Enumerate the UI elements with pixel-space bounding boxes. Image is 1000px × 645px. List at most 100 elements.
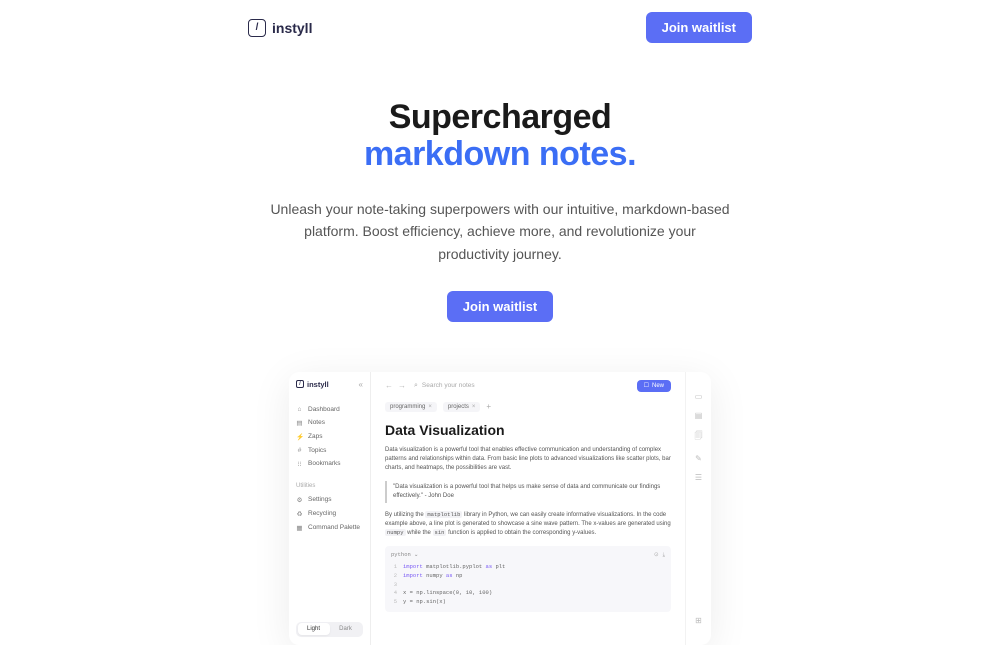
join-waitlist-button[interactable]: Join waitlist bbox=[646, 12, 752, 43]
search-input[interactable]: ⌕ Search your notes bbox=[414, 382, 629, 390]
line-number: 3 bbox=[391, 581, 397, 590]
tag-projects[interactable]: projects × bbox=[443, 402, 481, 412]
sidebar-item-label: Bookmarks bbox=[308, 460, 341, 467]
line-number: 2 bbox=[391, 572, 397, 581]
preview-sidebar: / instyll « ⌂ Dashboard ▤ Notes ⚡ Zaps #… bbox=[289, 372, 371, 645]
site-header: / instyll Join waitlist bbox=[0, 0, 1000, 55]
keyword: import bbox=[403, 563, 423, 570]
document-title[interactable]: Data Visualization bbox=[385, 422, 671, 438]
keyword: import bbox=[403, 572, 423, 579]
sidebar-item-label: Recycling bbox=[308, 510, 336, 517]
code-text: plt bbox=[492, 563, 505, 570]
paragraph[interactable]: Data visualization is a powerful tool th… bbox=[385, 446, 671, 473]
tag-label: programming bbox=[390, 404, 425, 410]
code-line: 2 import numpy as np bbox=[391, 572, 665, 581]
logo-icon: / bbox=[248, 19, 266, 37]
theme-toggle[interactable]: Light Dark bbox=[296, 622, 363, 637]
preview-logo[interactable]: / instyll bbox=[296, 380, 329, 389]
hero-subtitle: Unleash your note-taking superpowers wit… bbox=[270, 198, 730, 265]
sidebar-item-recycling[interactable]: ♻ Recycling bbox=[296, 507, 363, 521]
code-block[interactable]: python ⌄ ⊙ ⤓ 1 import matplotlib.pyplot a… bbox=[385, 546, 671, 612]
preview-topbar: ← → ⌕ Search your notes ☐ New bbox=[385, 380, 671, 392]
line-number: 4 bbox=[391, 589, 397, 598]
sidebar-item-label: Notes bbox=[308, 419, 325, 426]
tag-programming[interactable]: programming × bbox=[385, 402, 437, 412]
paragraph[interactable]: By utilizing the matplotlib library in P… bbox=[385, 511, 671, 538]
theme-light[interactable]: Light bbox=[298, 623, 330, 635]
sidebar-item-notes[interactable]: ▤ Notes bbox=[296, 416, 363, 430]
collapse-sidebar-icon[interactable]: « bbox=[359, 380, 363, 389]
code-line: 1 import matplotlib.pyplot as plt bbox=[391, 563, 665, 572]
code-language-selector[interactable]: python ⌄ bbox=[391, 551, 418, 558]
keyword: as bbox=[446, 572, 453, 579]
code-text: numpy bbox=[423, 572, 446, 579]
rail-icon[interactable]: ☰ bbox=[695, 473, 702, 482]
code-line: 3 bbox=[391, 581, 665, 590]
new-note-button[interactable]: ☐ New bbox=[637, 380, 671, 392]
preview-main: ← → ⌕ Search your notes ☐ New programmin… bbox=[371, 372, 711, 645]
hash-icon: # bbox=[296, 447, 303, 454]
keyword: as bbox=[486, 563, 493, 570]
nav-back-icon[interactable]: ← bbox=[385, 381, 393, 390]
add-tag-button[interactable]: + bbox=[486, 402, 491, 411]
preview-logo-icon: / bbox=[296, 380, 304, 388]
tag-row: programming × projects × + bbox=[385, 402, 671, 412]
code-text: matplotlib.pyplot bbox=[423, 563, 486, 570]
rail-icon[interactable]: ✎ bbox=[695, 454, 702, 463]
hero-title-line2: markdown notes. bbox=[364, 135, 636, 173]
text: function is applied to obtain the corres… bbox=[446, 530, 596, 536]
home-icon: ⌂ bbox=[296, 406, 303, 413]
code-copy-icon[interactable]: ⊙ bbox=[654, 551, 659, 559]
line-number: 5 bbox=[391, 598, 397, 607]
chevron-down-icon: ⌄ bbox=[414, 551, 419, 558]
search-icon: ⌕ bbox=[414, 382, 418, 390]
rail-icon[interactable]: 🗐 bbox=[695, 430, 703, 444]
sidebar-item-zaps[interactable]: ⚡ Zaps bbox=[296, 430, 363, 444]
hero-join-waitlist-button[interactable]: Join waitlist bbox=[447, 291, 553, 322]
nav-forward-icon[interactable]: → bbox=[398, 381, 406, 390]
text: while the bbox=[406, 530, 433, 536]
hero-title-line1: Supercharged bbox=[389, 98, 612, 136]
sidebar-item-topics[interactable]: # Topics bbox=[296, 444, 363, 457]
code-line: 5 y = np.sin(x) bbox=[391, 598, 665, 607]
inline-code: numpy bbox=[385, 529, 406, 536]
sidebar-item-label: Command Palette bbox=[308, 524, 360, 531]
right-icon-rail: ▭ ▤ 🗐 ✎ ☰ ⊞ bbox=[685, 372, 711, 645]
utilities-heading: Utilities bbox=[296, 483, 363, 489]
line-number: 1 bbox=[391, 563, 397, 572]
preview-brand: instyll bbox=[307, 380, 329, 389]
sidebar-item-bookmarks[interactable]: ⁝⁝ Bookmarks bbox=[296, 457, 363, 471]
code-line: 4x = np.linspace(0, 10, 100) bbox=[391, 589, 665, 598]
sidebar-item-settings[interactable]: ⚙ Settings bbox=[296, 493, 363, 507]
code-download-icon[interactable]: ⤓ bbox=[663, 551, 665, 559]
tag-label: projects bbox=[448, 404, 469, 410]
theme-dark[interactable]: Dark bbox=[330, 623, 362, 635]
sidebar-item-label: Dashboard bbox=[308, 406, 340, 413]
sidebar-item-label: Topics bbox=[308, 447, 326, 454]
code-text: y = np.sin(x) bbox=[403, 598, 446, 607]
new-icon: ☐ bbox=[644, 382, 649, 389]
sidebar-item-command-palette[interactable]: ▦ Command Palette bbox=[296, 521, 363, 535]
rail-icon[interactable]: ⊞ bbox=[695, 616, 702, 625]
search-placeholder: Search your notes bbox=[422, 382, 475, 389]
app-preview: / instyll « ⌂ Dashboard ▤ Notes ⚡ Zaps #… bbox=[289, 372, 711, 645]
tag-remove-icon[interactable]: × bbox=[428, 404, 432, 410]
rail-icon[interactable]: ▭ bbox=[695, 392, 703, 401]
sidebar-item-label: Zaps bbox=[308, 433, 322, 440]
tag-remove-icon[interactable]: × bbox=[472, 404, 476, 410]
inline-code: sin bbox=[433, 529, 447, 536]
palette-icon: ▦ bbox=[296, 524, 303, 532]
blockquote[interactable]: "Data visualization is a powerful tool t… bbox=[385, 481, 671, 503]
hero-section: Supercharged markdown notes. Unleash you… bbox=[0, 55, 1000, 352]
text: By utilizing the bbox=[385, 512, 425, 518]
gear-icon: ⚙ bbox=[296, 496, 303, 504]
rail-icon[interactable]: ▤ bbox=[695, 411, 703, 420]
notes-icon: ▤ bbox=[296, 419, 303, 427]
sidebar-item-dashboard[interactable]: ⌂ Dashboard bbox=[296, 403, 363, 416]
hero-title: Supercharged markdown notes. bbox=[20, 99, 980, 174]
brand-logo[interactable]: / instyll bbox=[248, 19, 312, 37]
inline-code: matplotlib bbox=[425, 511, 462, 518]
bookmark-icon: ⁝⁝ bbox=[296, 460, 303, 468]
zap-icon: ⚡ bbox=[296, 433, 303, 441]
code-text: np bbox=[453, 572, 463, 579]
